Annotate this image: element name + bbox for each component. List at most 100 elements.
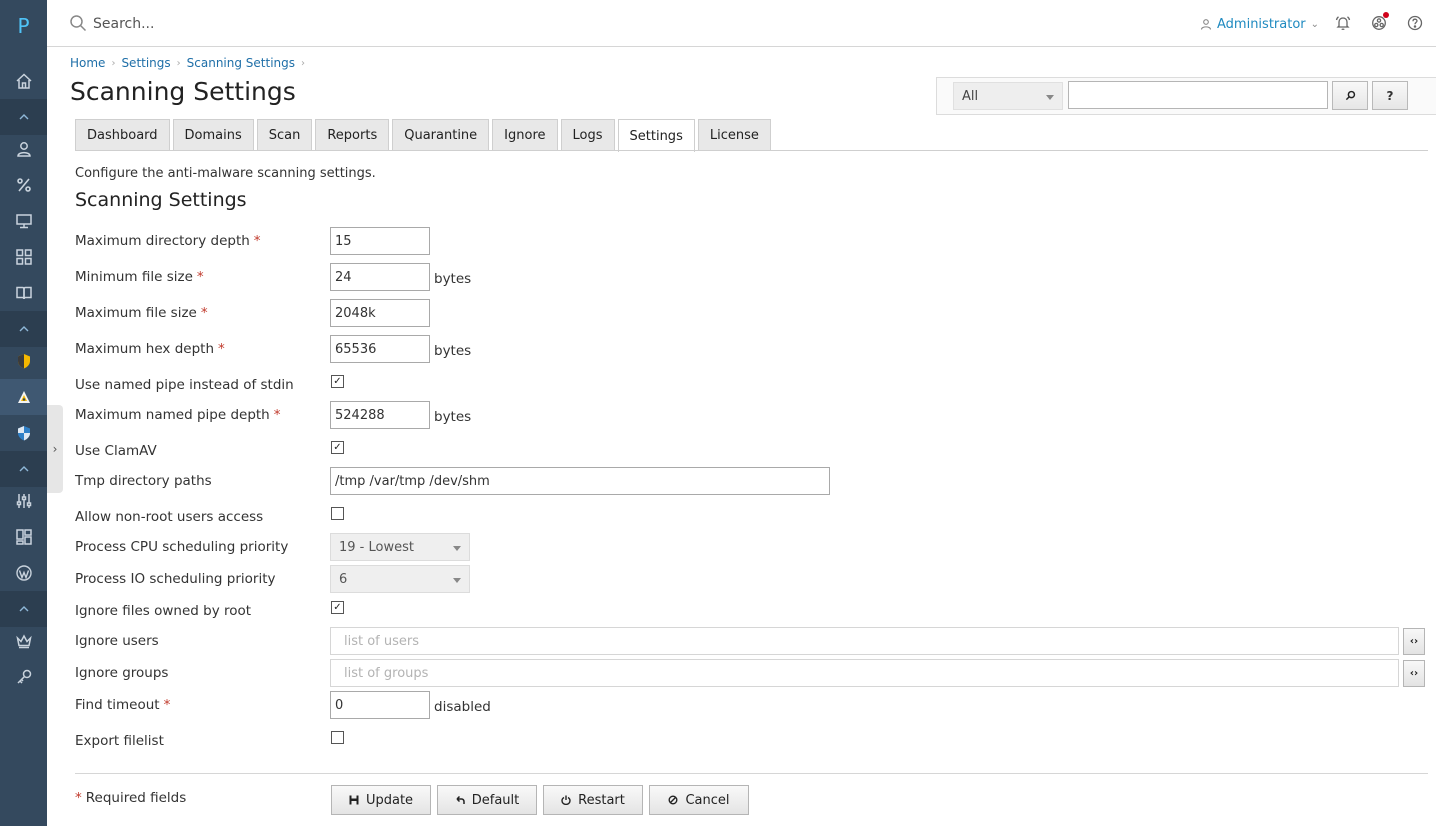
filter-scope-select[interactable]: All [953,82,1063,110]
required-marker: * [253,233,261,249]
form-row-tmp-paths: Tmp directory paths [75,467,1428,495]
filter-search-button[interactable] [1332,81,1368,110]
tmp-paths-input[interactable] [330,467,830,495]
cancel-icon [668,795,678,805]
filter-help-button[interactable]: ? [1372,81,1408,110]
caret-down-icon [453,578,461,583]
ignore-groups-expand-button[interactable]: ‹› [1403,660,1425,687]
form-footer-divider [75,773,1428,774]
named-pipe-checkbox[interactable]: ✓ [331,375,344,388]
app-root: P › Search... Administrator ⌄ Home › Set… [0,0,1436,826]
unit-label: bytes [434,271,472,287]
user-icon[interactable] [0,131,47,167]
percent-icon[interactable] [0,167,47,203]
chevron-down-icon: ⌄ [1310,18,1320,30]
filter-search-input[interactable] [1068,81,1328,109]
form-row-cpu-priority: Process CPU scheduling priority 19 - Low… [75,533,1428,561]
ignore-users-expand-button[interactable]: ‹› [1403,628,1425,655]
top-bar: Administrator ⌄ [47,0,1436,47]
max-file-size-input[interactable] [330,299,430,327]
shield-yellow-icon[interactable] [0,343,47,379]
chevron-right-icon: › [111,57,116,69]
book-icon[interactable] [0,275,47,311]
user-name: Administrator [1217,16,1306,32]
community-icon[interactable] [1370,12,1389,32]
form-row-max-pipe-depth: Maximum named pipe depth* bytes [75,401,1428,429]
help-icon[interactable] [1406,14,1424,32]
form-row-named-pipe: Use named pipe instead of stdin ✓ [75,371,1428,399]
notifications-icon[interactable] [1334,14,1352,32]
breadcrumb: Home › Settings › Scanning Settings › [70,56,311,70]
field-label: Find timeout * [75,697,171,713]
crown-icon[interactable] [0,623,47,659]
min-file-size-input[interactable] [330,263,430,291]
max-dir-depth-input[interactable] [330,227,430,255]
cpu-priority-select[interactable]: 19 - Lowest [330,533,470,561]
wordpress-icon[interactable] [0,555,47,591]
home-icon[interactable] [0,63,47,99]
breadcrumb-settings[interactable]: Settings [121,56,170,70]
required-fields-note: * Required fields [75,790,187,806]
nonroot-checkbox[interactable] [331,507,344,520]
default-button[interactable]: Default [437,785,537,815]
field-label: Maximum directory depth * [75,233,261,249]
key-icon[interactable] [0,659,47,695]
form-row-export-filelist: Export filelist [75,727,1428,755]
tab-settings[interactable]: Settings [617,119,695,152]
form-row-ignore-root: Ignore files owned by root ✓ [75,597,1428,625]
save-icon [349,795,359,805]
chevron-up-icon[interactable] [0,451,47,487]
required-marker: * [273,407,281,423]
unit-label: disabled [434,699,491,715]
chevron-right-icon: › [301,57,306,69]
tab-reports[interactable]: Reports [315,119,390,151]
antivirus-icon[interactable] [0,379,47,415]
shield-blue-icon[interactable] [0,415,47,451]
field-label: Export filelist [75,733,164,749]
form-row-max-file-size: Maximum file size * [75,299,1428,327]
form-actions: Update Default Restart Cancel [331,785,749,815]
tab-ignore[interactable]: Ignore [492,119,558,151]
tab-logs[interactable]: Logs [560,119,615,151]
caret-down-icon [453,546,461,551]
field-label: Allow non-root users access [75,509,264,525]
chevron-up-icon[interactable] [0,591,47,627]
ignore-root-checkbox[interactable]: ✓ [331,601,344,614]
ignore-groups-input[interactable] [330,659,1399,687]
cancel-button[interactable]: Cancel [649,785,749,815]
field-label: Process IO scheduling priority [75,571,276,587]
update-button[interactable]: Update [331,785,431,815]
restart-button[interactable]: Restart [543,785,643,815]
power-icon [561,795,571,805]
export-filelist-checkbox[interactable] [331,731,344,744]
max-pipe-depth-input[interactable] [330,401,430,429]
modules-icon[interactable] [0,519,47,555]
chevron-up-icon[interactable] [0,311,47,347]
app-logo[interactable]: P [0,14,47,38]
tab-quarantine[interactable]: Quarantine [392,119,490,151]
monitor-icon[interactable] [0,203,47,239]
global-search-input[interactable] [93,12,593,36]
form-row-find-timeout: Find timeout* disabled [75,691,1428,719]
ignore-users-input[interactable] [330,627,1399,655]
max-hex-depth-input[interactable] [330,335,430,363]
form-row-max-hex-depth: Maximum hex depth* bytes [75,335,1428,363]
clamav-checkbox[interactable]: ✓ [331,441,344,454]
tab-domains[interactable]: Domains [172,119,254,151]
tab-dashboard[interactable]: Dashboard [75,119,170,151]
section-title: Scanning Settings [75,189,247,211]
breadcrumb-scanning-settings[interactable]: Scanning Settings [187,56,295,70]
notification-dot [1383,12,1389,18]
tab-scan[interactable]: Scan [256,119,313,151]
field-label: Ignore users [75,633,159,649]
form-row-clamav: Use ClamAV ✓ [75,437,1428,465]
grid-icon[interactable] [0,239,47,275]
user-menu[interactable]: Administrator ⌄ [1200,14,1319,34]
tab-license[interactable]: License [697,119,771,151]
find-timeout-input[interactable] [330,691,430,719]
rail-toggle[interactable]: › [47,405,63,493]
io-priority-select[interactable]: 6 [330,565,470,593]
sliders-icon[interactable] [0,483,47,519]
breadcrumb-home[interactable]: Home [70,56,105,70]
chevron-up-icon[interactable] [0,99,47,135]
